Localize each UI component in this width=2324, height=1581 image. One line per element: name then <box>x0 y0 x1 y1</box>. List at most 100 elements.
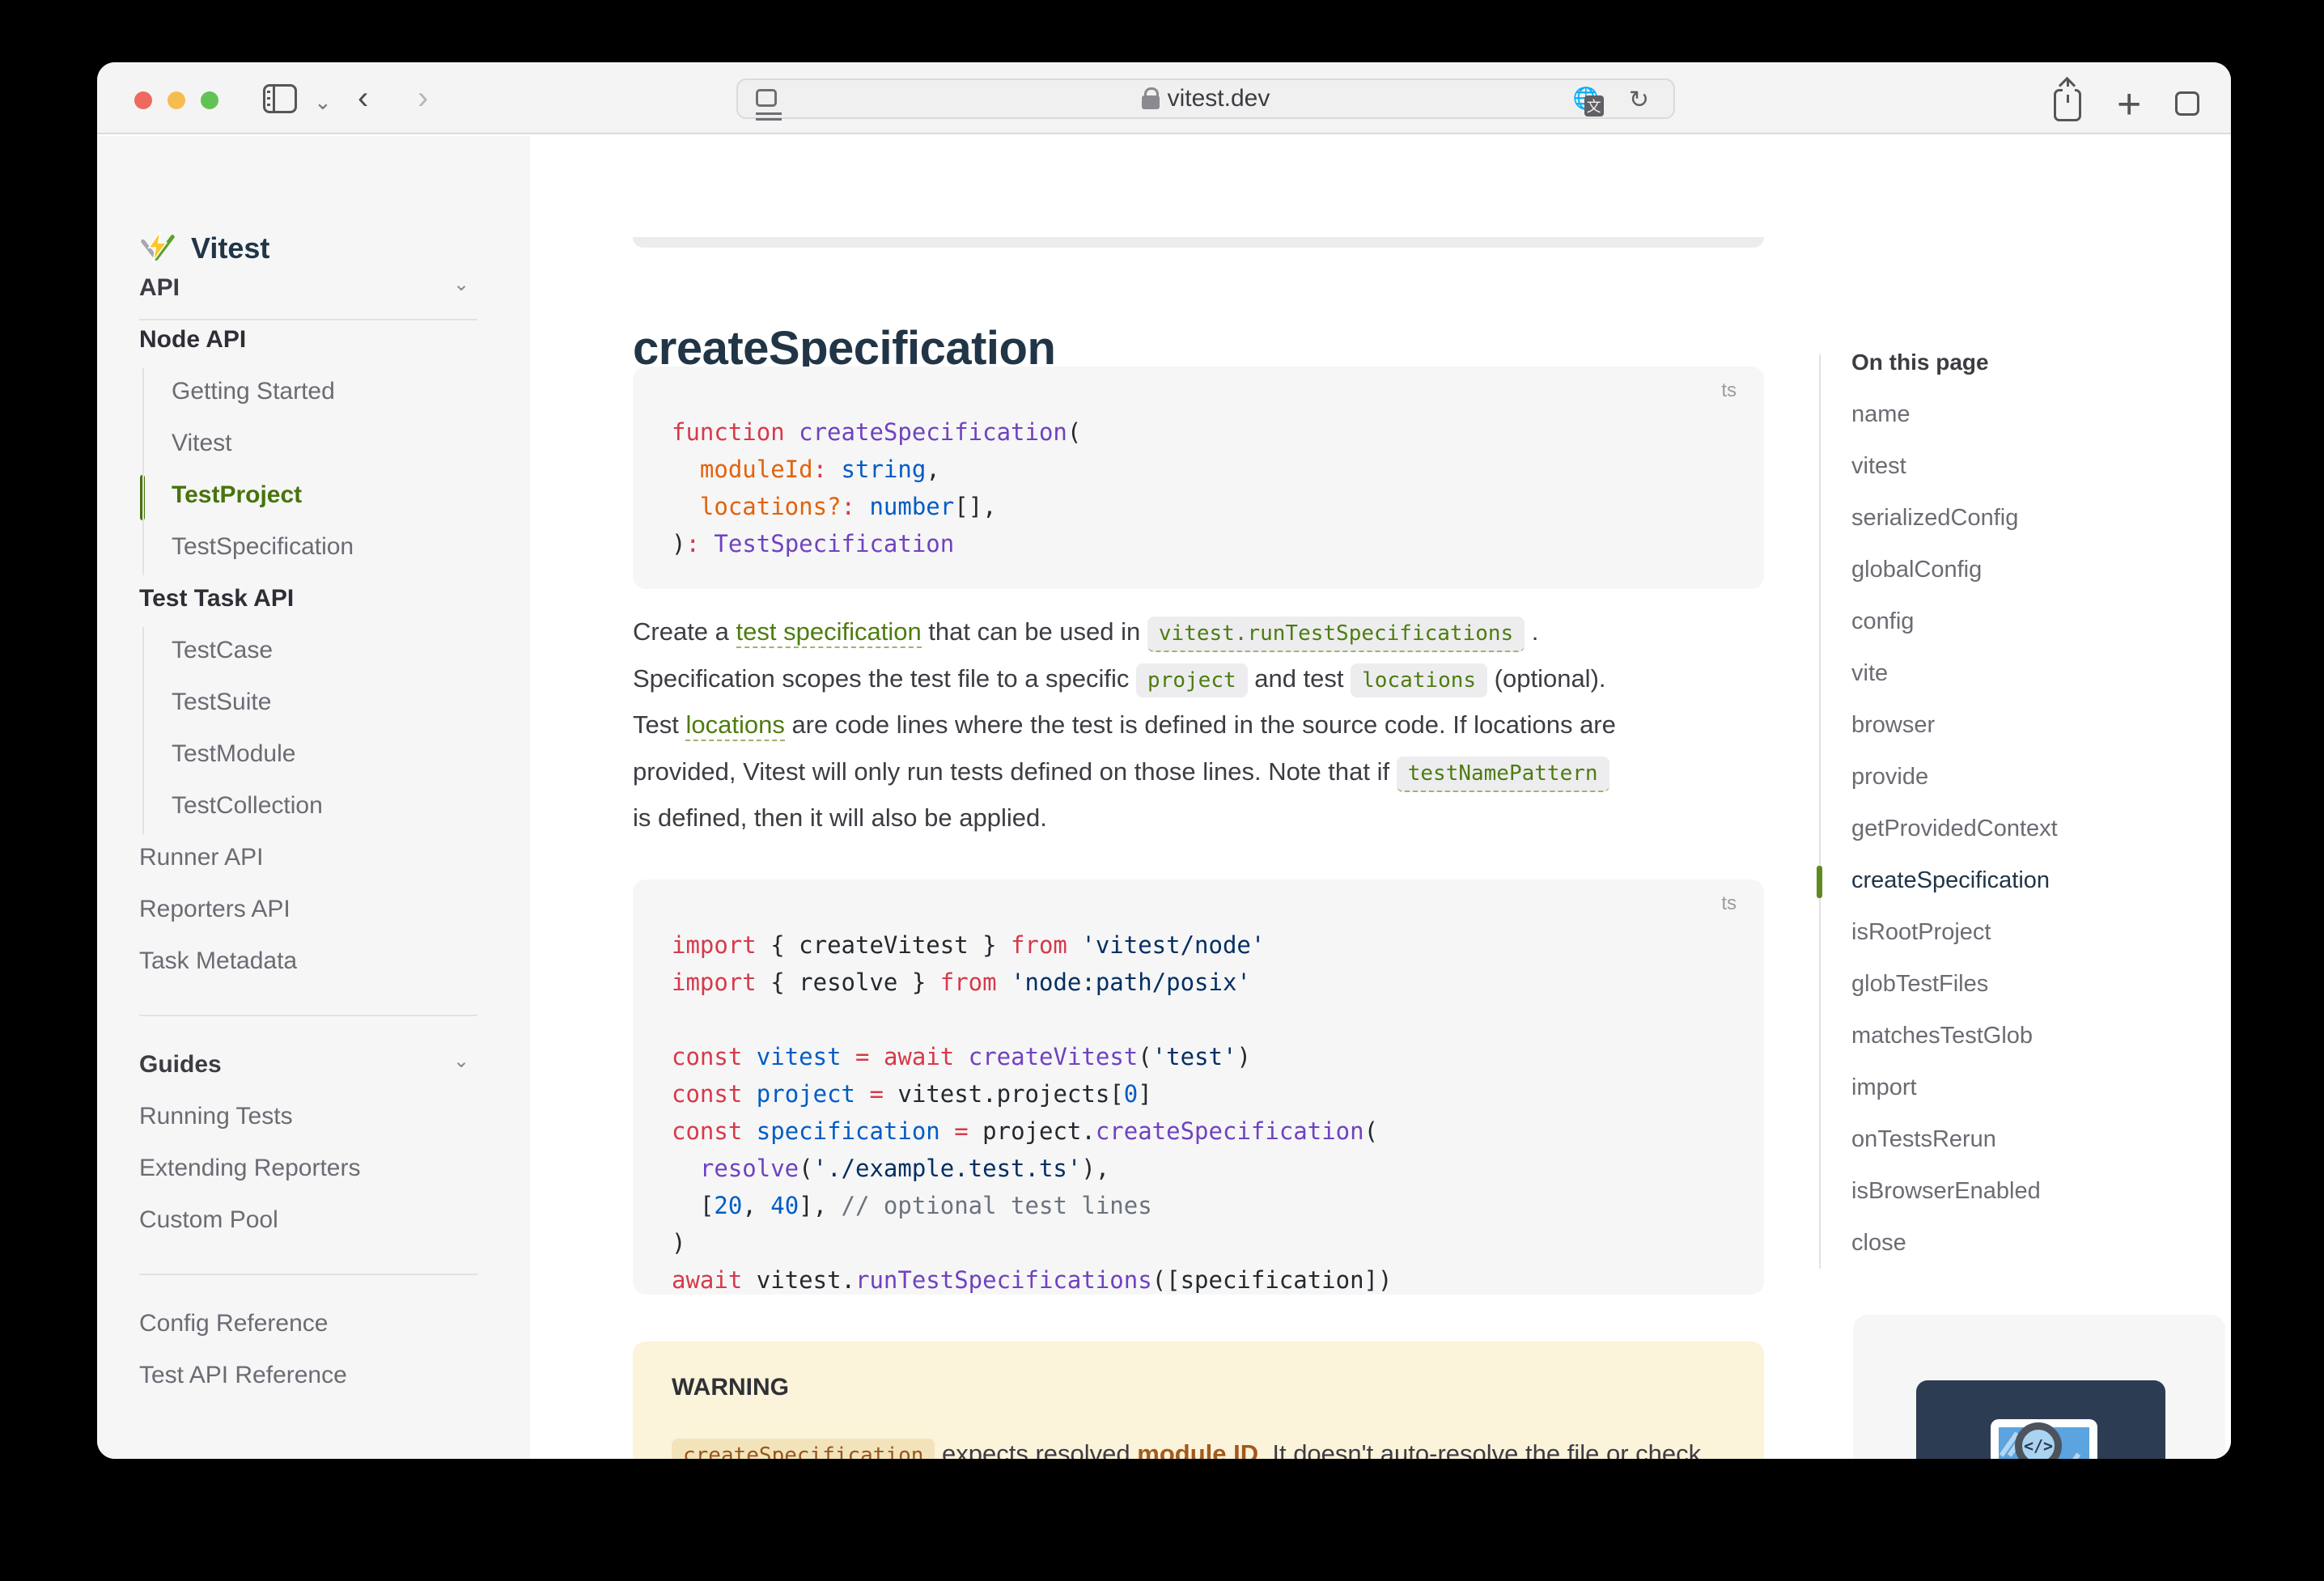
toc-item-isrootproject[interactable]: isRootProject <box>1851 919 1991 946</box>
zoom-window-button[interactable] <box>201 91 218 109</box>
sidebar-item-getting-started[interactable]: Getting Started <box>172 378 335 405</box>
site-title: Vitest <box>191 231 269 265</box>
sidebar-indent-guide <box>142 627 144 834</box>
toc-item-matchestestglob[interactable]: matchesTestGlob <box>1851 1023 2033 1049</box>
sidebar-item-testsuite[interactable]: TestSuite <box>172 689 271 716</box>
sidebar-item-testspecification[interactable]: TestSpecification <box>172 533 354 561</box>
sidebar-toggle-icon[interactable] <box>263 84 297 113</box>
toc-item-globtestfiles[interactable]: globTestFiles <box>1851 971 1988 998</box>
new-tab-icon[interactable]: + <box>2117 88 2141 121</box>
text: provided, Vitest will only run tests def… <box>633 757 1397 786</box>
text: and test <box>1248 664 1351 693</box>
text: . It doesn't auto-resolve the file or ch… <box>1258 1439 1701 1459</box>
forward-icon[interactable]: › <box>418 83 428 112</box>
minimize-window-button[interactable] <box>168 91 185 109</box>
toc-item-browser[interactable]: browser <box>1851 712 1935 739</box>
text: . <box>1525 617 1538 646</box>
toc-item-provide[interactable]: provide <box>1851 764 1928 790</box>
lock-icon <box>1142 95 1160 109</box>
warning-callout: WARNING createSpecification expects reso… <box>633 1342 1764 1459</box>
text: expects resolved <box>935 1439 1137 1459</box>
code-lang-label: ts <box>1721 892 1737 915</box>
sidebar-item-runner-api[interactable]: Runner API <box>139 844 263 871</box>
inline-code-link[interactable]: testNamePattern <box>1397 757 1609 792</box>
chevron-down-icon: ⌄ <box>453 1049 469 1073</box>
text: (optional). <box>1487 664 1605 693</box>
aside-divider <box>1819 354 1821 1269</box>
toc-active-indicator <box>1817 866 1822 898</box>
tab-overview-icon[interactable] <box>2175 82 2199 116</box>
toc-item-serializedconfig[interactable]: serializedConfig <box>1851 505 2018 532</box>
sidebar-item-reporters-api[interactable]: Reporters API <box>139 896 290 923</box>
sidebar-item-test-task-api[interactable]: Test Task API <box>139 585 294 612</box>
sidebar-divider <box>139 1015 477 1016</box>
toc-item-config[interactable]: config <box>1851 608 1914 635</box>
sidebar-item-testproject[interactable]: TestProject <box>172 481 302 509</box>
address-bar[interactable]: vitest.dev 🌐文 ↻ <box>736 78 1675 119</box>
sidebar-section-guides[interactable]: Guides <box>139 1051 222 1079</box>
toc-item-createspecification[interactable]: createSpecification <box>1851 867 2050 894</box>
sidebar-item-config-reference[interactable]: Config Reference <box>139 1310 328 1337</box>
text: are code lines where the test is defined… <box>785 710 1616 739</box>
browser-toolbar: ⌄ ‹ › vitest.dev 🌐文 ↻ + <box>97 62 2231 134</box>
code-block-signature[interactable]: ts function createSpecification( moduleI… <box>633 367 1764 589</box>
toc-item-getprovidedcontext[interactable]: getProvidedContext <box>1851 816 2058 842</box>
warning-body: createSpecification expects resolved mod… <box>672 1429 1740 1459</box>
toc-item-vitest[interactable]: vitest <box>1851 453 1906 480</box>
doc-link[interactable]: module ID <box>1137 1439 1258 1459</box>
toc-item-globalconfig[interactable]: globalConfig <box>1851 557 1982 583</box>
code-lang-label: ts <box>1721 379 1737 402</box>
text: Test <box>633 710 685 739</box>
docs-sidebar: Vitest API ⌄ Node API Getting Started Vitest… <box>97 136 530 1459</box>
toc-item-isbrowserenabled[interactable]: isBrowserEnabled <box>1851 1178 2041 1205</box>
sidebar-item-extending-reporters[interactable]: Extending Reporters <box>139 1155 361 1182</box>
text: is defined, then it will also be applied… <box>633 803 1047 832</box>
reload-icon[interactable]: ↻ <box>1629 86 1649 114</box>
code-content: function createSpecification( moduleId: … <box>672 413 1081 562</box>
doc-content: createSpecification ts function createSp… <box>530 136 2231 1459</box>
sidebar-section-api[interactable]: API <box>139 274 180 302</box>
sidebar-item-task-metadata[interactable]: Task Metadata <box>139 947 297 975</box>
sidebar-item-node-api[interactable]: Node API <box>139 326 246 354</box>
code-content: import { createVitest } from 'vitest/nod… <box>672 926 1392 1299</box>
inline-code-link[interactable]: project <box>1136 663 1248 697</box>
warning-title: WARNING <box>672 1374 789 1401</box>
sponsor-card[interactable]: </> <box>1853 1315 2225 1459</box>
sponsor-image: </> <box>1916 1380 2165 1459</box>
text: Specification scopes the test file to a … <box>633 664 1136 693</box>
toc-item-close[interactable]: close <box>1851 1230 1906 1257</box>
close-window-button[interactable] <box>134 91 152 109</box>
description-paragraph: Create a test specification that can be … <box>633 608 1814 841</box>
sidebar-item-test-api-reference[interactable]: Test API Reference <box>139 1362 347 1389</box>
desktop: ⌄ ‹ › vitest.dev 🌐文 ↻ + <box>0 0 2324 1581</box>
back-icon[interactable]: ‹ <box>358 83 368 112</box>
sidebar-divider <box>139 319 477 320</box>
translate-icon[interactable]: 🌐文 <box>1573 86 1599 111</box>
doc-link[interactable]: locations <box>685 710 784 741</box>
toc-item-ontestsrerun[interactable]: onTestsRerun <box>1851 1126 1996 1153</box>
sidebar-item-testcase[interactable]: TestCase <box>172 637 273 664</box>
vitest-docs-page: Vitest API ⌄ Node API Getting Started Vitest… <box>97 136 2231 1459</box>
sidebar-indent-guide <box>142 368 144 575</box>
toc-item-name[interactable]: name <box>1851 401 1911 428</box>
toc-item-import[interactable]: import <box>1851 1074 1917 1101</box>
sidebar-item-testcollection[interactable]: TestCollection <box>172 792 323 820</box>
sidebar-item-running-tests[interactable]: Running Tests <box>139 1103 293 1130</box>
toc-item-vite[interactable]: vite <box>1851 660 1888 687</box>
url-text: vitest.dev <box>738 80 1673 117</box>
vitest-logo[interactable]: Vitest <box>139 230 269 267</box>
sidebar-item-vitest[interactable]: Vitest <box>172 430 232 457</box>
aside-title: On this page <box>1851 350 1989 375</box>
chevron-down-icon: ⌄ <box>453 273 469 296</box>
text: that can be used in <box>922 617 1147 646</box>
chevron-down-icon[interactable]: ⌄ <box>314 90 332 115</box>
code-block-example[interactable]: ts import { createVitest } from 'vitest/… <box>633 880 1764 1295</box>
sidebar-item-custom-pool[interactable]: Custom Pool <box>139 1206 278 1234</box>
monitor-illustration: </> <box>1991 1419 2097 1459</box>
share-icon[interactable] <box>2054 82 2081 121</box>
inline-code-link[interactable]: locations <box>1351 663 1487 697</box>
doc-link[interactable]: test specification <box>736 617 922 648</box>
text: Create a <box>633 617 736 646</box>
sidebar-item-testmodule[interactable]: TestModule <box>172 740 295 768</box>
inline-code-link[interactable]: vitest.runTestSpecifications <box>1147 617 1525 652</box>
